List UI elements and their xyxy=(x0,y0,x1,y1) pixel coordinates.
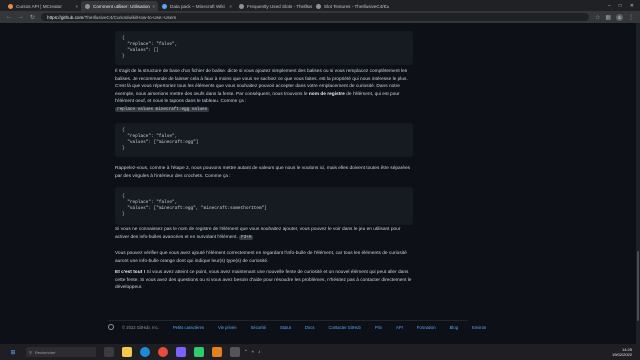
footer-divider xyxy=(108,320,468,321)
spotify-icon[interactable] xyxy=(194,347,204,357)
forward-icon[interactable]: → xyxy=(18,14,24,20)
paragraph-conclusion: Et c'est tout ! Si vous avez atteint ce … xyxy=(115,270,412,291)
reload-icon[interactable]: ↻ xyxy=(30,14,35,21)
github-logo-icon[interactable] xyxy=(108,324,114,330)
url-path: /TheIllusiveC4/Curios/wiki/How-to-Use:-U… xyxy=(83,14,177,20)
code-block-1: { "replace": "false", "values": [] } xyxy=(115,31,413,65)
tab-label: Slot Textures - TheIllusiveC4/Cur xyxy=(324,3,389,9)
browser-tab[interactable]: Comment utiliser: Utilisation × xyxy=(81,1,158,11)
tab-favicon-icon xyxy=(162,3,167,9)
tab-label: Frequently Used Slots - TheIllusi xyxy=(247,3,312,9)
close-tab-icon[interactable]: × xyxy=(306,4,309,9)
inline-code: replace values minecraft:egg values xyxy=(115,106,210,112)
profile-avatar[interactable]: S xyxy=(616,13,623,21)
menu-icon[interactable]: ⋮ xyxy=(628,14,634,21)
browser-tab[interactable]: Cursos API | MCreator × xyxy=(4,1,81,11)
scrollbar-thumb[interactable] xyxy=(637,251,639,321)
tab-label: Data pack – Minecraft Wiki xyxy=(170,3,225,9)
app-icon[interactable] xyxy=(230,347,240,357)
close-tab-icon[interactable]: × xyxy=(152,4,155,9)
url-field[interactable]: https://github.com/TheIllusiveC4/Curios/… xyxy=(41,13,589,21)
close-window-icon[interactable]: ✕ xyxy=(630,3,634,9)
inline-code-shortcut: F3+H xyxy=(239,234,254,240)
minimize-icon[interactable]: – xyxy=(608,3,611,9)
close-tab-icon[interactable]: × xyxy=(75,4,78,9)
tab-favicon-icon xyxy=(85,3,90,9)
footer-link[interactable]: Prix xyxy=(375,325,382,330)
back-icon[interactable]: ← xyxy=(6,14,12,20)
window-controls: – □ ✕ xyxy=(602,3,640,11)
volume-icon[interactable]: ♪ xyxy=(258,349,260,355)
maximize-icon[interactable]: □ xyxy=(619,3,622,9)
search-icon: ⚲ xyxy=(29,349,32,355)
edge-icon[interactable] xyxy=(140,347,150,357)
chrome-icon[interactable] xyxy=(158,347,168,357)
close-tab-icon[interactable]: × xyxy=(383,4,386,9)
taskbar: ⊞ ⚲ Rechercher ⌃ ≈ ♪ 14:25 19/02/2022 xyxy=(0,344,640,360)
footer-link[interactable]: Statut xyxy=(280,325,291,330)
footer-link[interactable]: Formation xyxy=(417,325,436,330)
browser-tab[interactable]: Frequently Used Slots - TheIllusi × xyxy=(235,1,312,11)
footer-link[interactable]: Docs xyxy=(305,325,315,330)
browser-tab-bar: Cursos API | MCreator × Comment utiliser: … xyxy=(0,0,640,11)
footer-link[interactable]: API xyxy=(396,325,403,330)
footer-link[interactable]: Environ xyxy=(472,325,486,330)
url-host: https://github.com xyxy=(47,14,84,20)
footer-link[interactable]: Sécurité xyxy=(251,325,266,330)
tab-favicon-icon xyxy=(316,3,321,9)
browser-tab[interactable]: Slot Textures - TheIllusiveC4/Cur × xyxy=(312,1,389,11)
address-bar: ← → ↻ https://github.com/TheIllusiveC4/C… xyxy=(0,11,640,23)
footer-link[interactable]: Blog xyxy=(450,325,458,330)
page-content: { "replace": "false", "values": [] } Il … xyxy=(0,23,640,344)
windows-start-icon[interactable]: ⊞ xyxy=(8,347,18,357)
taskbar-clock[interactable]: 14:25 19/02/2022 xyxy=(612,347,636,357)
tab-label: Comment utiliser: Utilisation xyxy=(93,3,150,9)
system-tray: ⌃ ≈ ♪ xyxy=(244,349,261,355)
paragraph-tooltip: Vous pouvez vérifier que vous avez ajout… xyxy=(115,251,407,264)
paragraph-structure: Il s'agit de la structure de base d'un f… xyxy=(115,69,408,112)
wifi-icon[interactable]: ≈ xyxy=(252,349,254,355)
scrollbar[interactable] xyxy=(636,23,640,344)
code-block-2: { "replace": "false", "values": ["minecr… xyxy=(115,123,413,157)
taskbar-search[interactable]: ⚲ Rechercher xyxy=(26,347,96,357)
mcreator-icon[interactable] xyxy=(212,347,222,357)
task-view-icon[interactable] xyxy=(104,347,114,357)
tab-favicon-icon xyxy=(239,3,244,9)
footer-link[interactable]: Petits caractères xyxy=(173,325,204,330)
star-icon[interactable]: ☆ xyxy=(595,14,600,21)
discord-icon[interactable] xyxy=(176,347,186,357)
footer-link[interactable]: Contacter GitHub xyxy=(328,325,360,330)
code-block-3: { "replace": "false", "values": ["minecr… xyxy=(115,187,413,225)
close-tab-icon[interactable]: × xyxy=(229,4,232,9)
copyright: © 2022 GitHub, Inc. xyxy=(122,324,159,330)
tab-label: Cursos API | MCreator xyxy=(16,3,62,9)
footer: © 2022 GitHub, Inc. Petits caractères Vie… xyxy=(108,324,486,330)
chevron-up-icon[interactable]: ⌃ xyxy=(244,349,248,355)
extensions-icon[interactable]: ▦ xyxy=(605,14,611,21)
footer-link[interactable]: Vie privée xyxy=(218,325,237,330)
file-explorer-icon[interactable] xyxy=(122,347,132,357)
tab-favicon-icon xyxy=(8,3,13,9)
paragraph-values: Rappelez-vous, comme à l'étape 2, nous p… xyxy=(115,166,411,179)
browser-tab[interactable]: Data pack – Minecraft Wiki × xyxy=(158,1,235,11)
paragraph-registry: Si vous ne connaissez pas le nom de regi… xyxy=(115,227,401,240)
